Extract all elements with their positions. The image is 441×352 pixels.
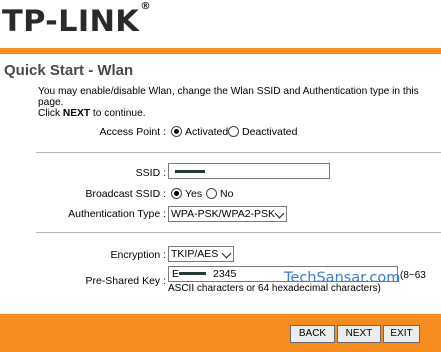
chevron-down-icon: [221, 248, 232, 259]
radio-broadcast-yes[interactable]: [171, 188, 182, 199]
back-button[interactable]: BACK: [290, 325, 335, 343]
next-keyword: NEXT: [62, 108, 91, 119]
broadcast-yes-option[interactable]: Yes: [171, 188, 202, 200]
ssid-label: SSID :: [135, 167, 166, 179]
psk-redaction: [179, 272, 206, 275]
ssid-redaction: [175, 170, 205, 173]
auth-type-value: WPA-PSK/WPA2-PSK: [171, 208, 276, 220]
watermark-text: TechSansar.com: [284, 270, 401, 286]
top-accent-bar: [0, 48, 441, 54]
page-title: Quick Start - Wlan: [4, 62, 134, 79]
exit-button[interactable]: EXIT: [383, 325, 420, 343]
broadcast-ssid-label: Broadcast SSID :: [85, 188, 166, 200]
auth-type-label: Authentication Type :: [68, 208, 166, 220]
access-point-row: Access Point : Activated Deactivated: [0, 126, 441, 140]
auth-type-select[interactable]: WPA-PSK/WPA2-PSK: [168, 206, 287, 222]
encryption-select[interactable]: TKIP/AES: [168, 246, 234, 262]
intro-text: You may enable/disable Wlan, change the …: [38, 86, 419, 119]
divider-1: [36, 152, 441, 153]
encryption-value: TKIP/AES: [171, 248, 219, 260]
psk-label: Pre-Shared Key :: [85, 275, 166, 287]
encryption-label: Encryption :: [110, 249, 166, 261]
access-point-deactivated-option[interactable]: Deactivated: [228, 126, 297, 138]
access-point-label: Access Point :: [99, 126, 166, 138]
divider-2: [36, 232, 441, 233]
tp-link-logo: TP-LINK®: [2, 1, 152, 38]
header: TP-LINK®: [0, 0, 441, 48]
psk-value-prefix: E: [172, 268, 180, 280]
radio-activated[interactable]: [171, 126, 182, 137]
ssid-input[interactable]: [168, 163, 330, 179]
next-button[interactable]: NEXT: [337, 325, 381, 343]
radio-broadcast-no[interactable]: [206, 188, 217, 199]
psk-hint-right: (8~63: [400, 270, 426, 281]
radio-deactivated[interactable]: [228, 126, 239, 137]
broadcast-no-option[interactable]: No: [206, 188, 233, 200]
psk-value-suffix: 2345: [213, 268, 237, 280]
access-point-activated-option[interactable]: Activated: [171, 126, 228, 138]
chevron-down-icon: [274, 208, 285, 219]
